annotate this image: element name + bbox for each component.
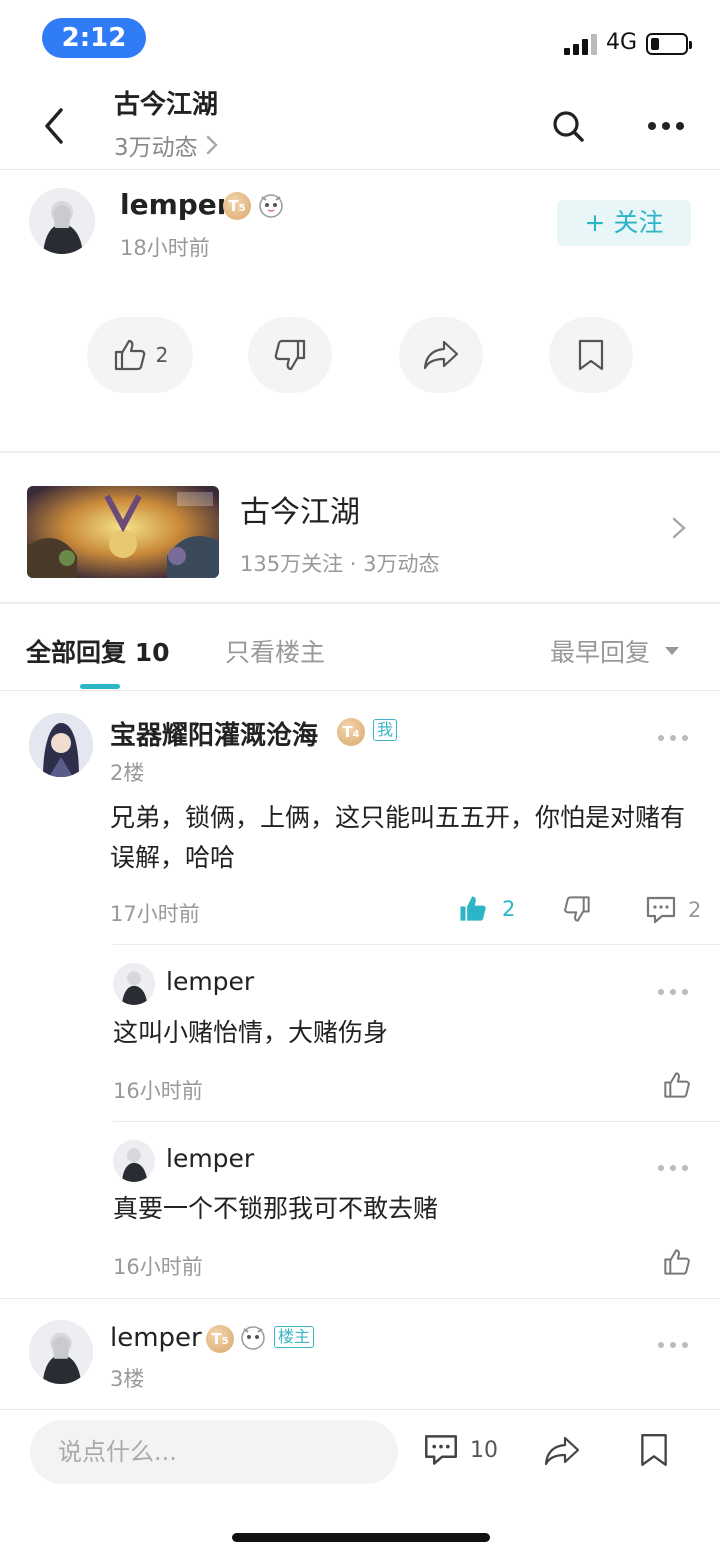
tiger-badge-icon <box>238 1322 268 1352</box>
network-label: 4G <box>606 30 638 55</box>
search-button[interactable] <box>546 104 590 148</box>
share-button[interactable] <box>542 1434 582 1472</box>
thumbs-down-icon <box>274 339 306 371</box>
chevron-right-icon <box>206 135 218 155</box>
comment-divider <box>0 1298 720 1299</box>
comment-more-icon[interactable] <box>658 1342 688 1350</box>
header-divider <box>0 169 720 170</box>
tiger-badge-icon <box>256 190 286 220</box>
page-subtitle: 3万动态 <box>114 135 198 161</box>
floor-number: 2楼 <box>110 761 145 785</box>
share-button[interactable] <box>399 317 483 393</box>
thumbs-up-icon <box>664 1072 690 1098</box>
like-count: 2 <box>155 343 169 367</box>
reply-divider <box>113 1121 720 1122</box>
tab-all-label: 全部回复 <box>26 638 127 667</box>
comment-author[interactable]: lemper <box>110 1323 202 1353</box>
comment-icon <box>425 1435 457 1465</box>
comment-author[interactable]: 宝器耀阳灌溉沧海 <box>110 715 318 752</box>
post-time: 18小时前 <box>120 236 210 260</box>
battery-icon <box>646 33 692 55</box>
bookmark-button[interactable] <box>638 1432 670 1472</box>
bookmark-button[interactable] <box>549 317 633 393</box>
back-button[interactable] <box>32 104 76 148</box>
tab-all-replies[interactable]: 全部回复 10 <box>26 633 170 669</box>
sort-dropdown[interactable]: 最早回复 <box>550 633 680 669</box>
reply-more-icon[interactable] <box>658 989 688 997</box>
reply-like-button[interactable] <box>662 1247 692 1281</box>
owner-tag: 楼主 <box>274 1326 315 1348</box>
forum-cover-image <box>27 486 219 578</box>
comment-icon <box>646 896 676 924</box>
status-time: 2:12 <box>42 18 146 58</box>
comment-text: 兄弟，锁俩，上俩，这只能叫五五开，你怕是对赌有误解，哈哈 <box>110 803 686 872</box>
reply-like-button[interactable] <box>662 1070 692 1104</box>
reply-time: 16小时前 <box>113 1255 203 1279</box>
tab-owner-only[interactable]: 只看楼主 <box>225 633 325 669</box>
like-button[interactable]: 2 <box>87 317 193 393</box>
thumbs-up-filled-icon <box>460 896 486 921</box>
thumbs-up-icon <box>664 1249 690 1275</box>
forum-dynamics-link[interactable]: 3万动态 <box>114 128 218 162</box>
section-divider <box>0 451 720 453</box>
reply-author[interactable]: lemper <box>166 1144 254 1173</box>
level-number: 5 <box>221 1336 229 1347</box>
comments-button[interactable]: 10 <box>424 1434 498 1466</box>
reply-divider <box>113 944 720 945</box>
bookmark-icon <box>578 339 604 371</box>
comment-input[interactable]: 说点什么... <box>30 1420 398 1484</box>
self-tag: 我 <box>373 719 398 741</box>
level-badge: T4 <box>337 718 365 746</box>
level-badge: T5 <box>223 192 251 220</box>
bookmark-icon <box>641 1434 667 1466</box>
avatar[interactable] <box>29 188 95 254</box>
thumbs-down-icon <box>564 896 590 922</box>
avatar[interactable] <box>29 713 93 777</box>
comment-reply-count: 2 <box>688 898 702 922</box>
avatar[interactable] <box>113 963 155 1005</box>
tab-indicator <box>80 684 120 689</box>
avatar[interactable] <box>113 1140 155 1182</box>
tabs-divider <box>0 690 720 691</box>
forum-name: 古今江湖 <box>240 495 360 530</box>
home-indicator <box>232 1533 490 1542</box>
dislike-button[interactable] <box>248 317 332 393</box>
page-title: 古今江湖 <box>114 90 219 120</box>
comment-like-button[interactable]: 2 <box>458 894 515 924</box>
thumbs-up-icon <box>114 339 145 371</box>
more-button[interactable] <box>644 108 688 144</box>
comment-more-icon[interactable] <box>658 735 688 743</box>
share-icon <box>544 1436 580 1466</box>
chevron-right-icon <box>672 517 686 543</box>
share-icon <box>423 340 459 370</box>
bottom-bar-divider <box>0 1409 720 1410</box>
reply-author[interactable]: lemper <box>166 967 254 996</box>
section-divider <box>0 602 720 604</box>
avatar[interactable] <box>29 1320 93 1384</box>
follow-button[interactable]: + 关注 <box>557 200 691 246</box>
search-icon <box>553 111 584 142</box>
level-number: 5 <box>238 203 246 214</box>
reply-time: 16小时前 <box>113 1079 203 1103</box>
comment-total: 10 <box>470 1437 498 1463</box>
forum-stats: 135万关注 · 3万动态 <box>240 552 440 576</box>
sort-label: 最早回复 <box>550 638 651 667</box>
comment-dislike-button[interactable] <box>562 894 592 928</box>
reply-more-icon[interactable] <box>658 1165 688 1173</box>
level-number: 4 <box>352 729 360 740</box>
caret-down-icon <box>665 647 680 655</box>
author-name[interactable]: lemper <box>120 188 231 221</box>
reply-text: 这叫小赌怡情，大赌伤身 <box>113 1018 389 1047</box>
comment-like-count: 2 <box>502 897 516 921</box>
level-badge: T5 <box>206 1325 234 1353</box>
signal-icon <box>564 33 598 55</box>
comment-reply-button[interactable]: 2 <box>646 896 701 924</box>
more-icon <box>648 122 684 130</box>
chevron-left-icon <box>45 108 63 144</box>
reply-text: 真要一个不锁那我可不敢去赌 <box>113 1194 439 1223</box>
floor-number: 3楼 <box>110 1367 145 1391</box>
comment-time: 17小时前 <box>110 902 200 926</box>
tab-all-count: 10 <box>134 638 170 667</box>
